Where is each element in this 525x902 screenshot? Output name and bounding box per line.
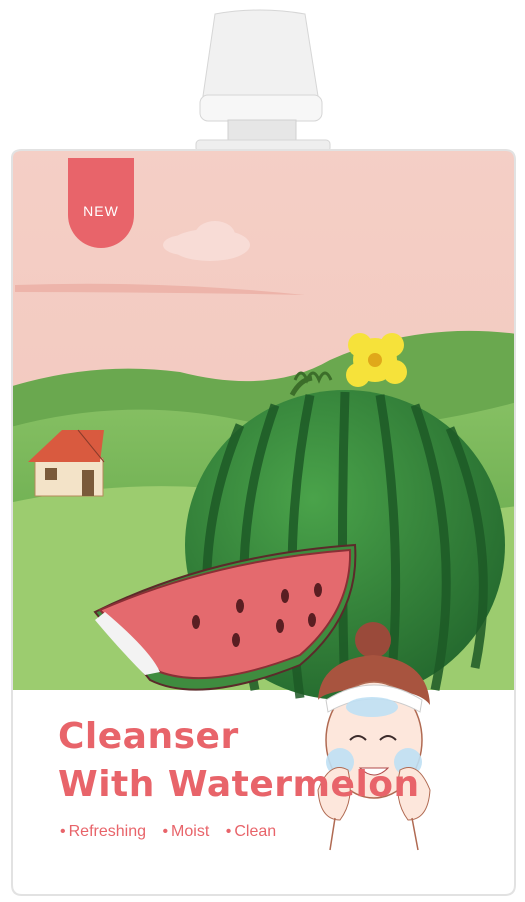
product-title-line1: Cleanser xyxy=(58,716,239,757)
new-badge-label: NEW xyxy=(83,203,119,219)
new-badge: NEW xyxy=(68,158,134,248)
feature-refreshing: Refreshing xyxy=(60,823,146,840)
feature-moist: Moist xyxy=(162,823,209,840)
cap xyxy=(195,9,331,153)
feature-clean: Clean xyxy=(226,823,276,840)
product-title-line2: With Watermelon xyxy=(58,764,420,805)
feature-list: Refreshing Moist Clean xyxy=(60,823,288,841)
